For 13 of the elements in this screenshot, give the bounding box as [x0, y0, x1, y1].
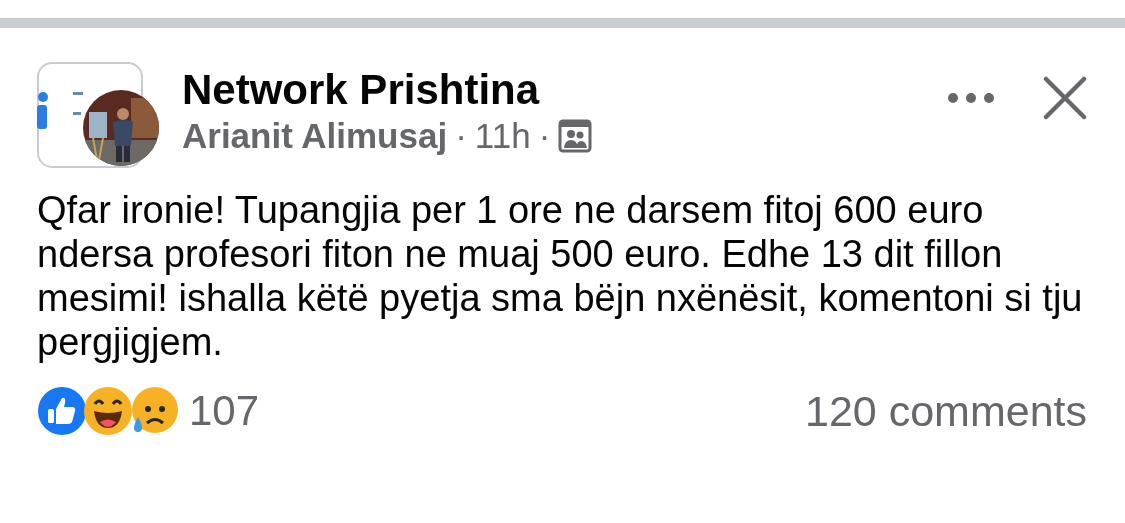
- separator: ·: [455, 116, 467, 156]
- author-name[interactable]: Arianit Alimusaj: [182, 116, 448, 156]
- page-name[interactable]: Network Prishtina: [182, 66, 947, 114]
- post-text: Qfar ironie! Tupangjia per 1 ore ne darsem fitoj 600 euro ndersa profesori fiton ne muaj 500 euro. Edhe 13 dit fillon mesimi! ishalla këtë pyetja sma bëjn nxënësit, komentoni si tju pergjigjem.: [37, 188, 1084, 364]
- sad-face-icon: [129, 386, 179, 436]
- reaction-count[interactable]: 107: [189, 387, 260, 435]
- thumbs-up-icon: [37, 386, 87, 436]
- more-icon[interactable]: [947, 92, 995, 104]
- close-icon[interactable]: [1043, 76, 1087, 120]
- laughing-face-icon: [83, 386, 133, 436]
- comment-count[interactable]: 120 comments: [804, 386, 1087, 436]
- separator: ·: [538, 116, 551, 156]
- post-time[interactable]: 11h: [474, 116, 531, 156]
